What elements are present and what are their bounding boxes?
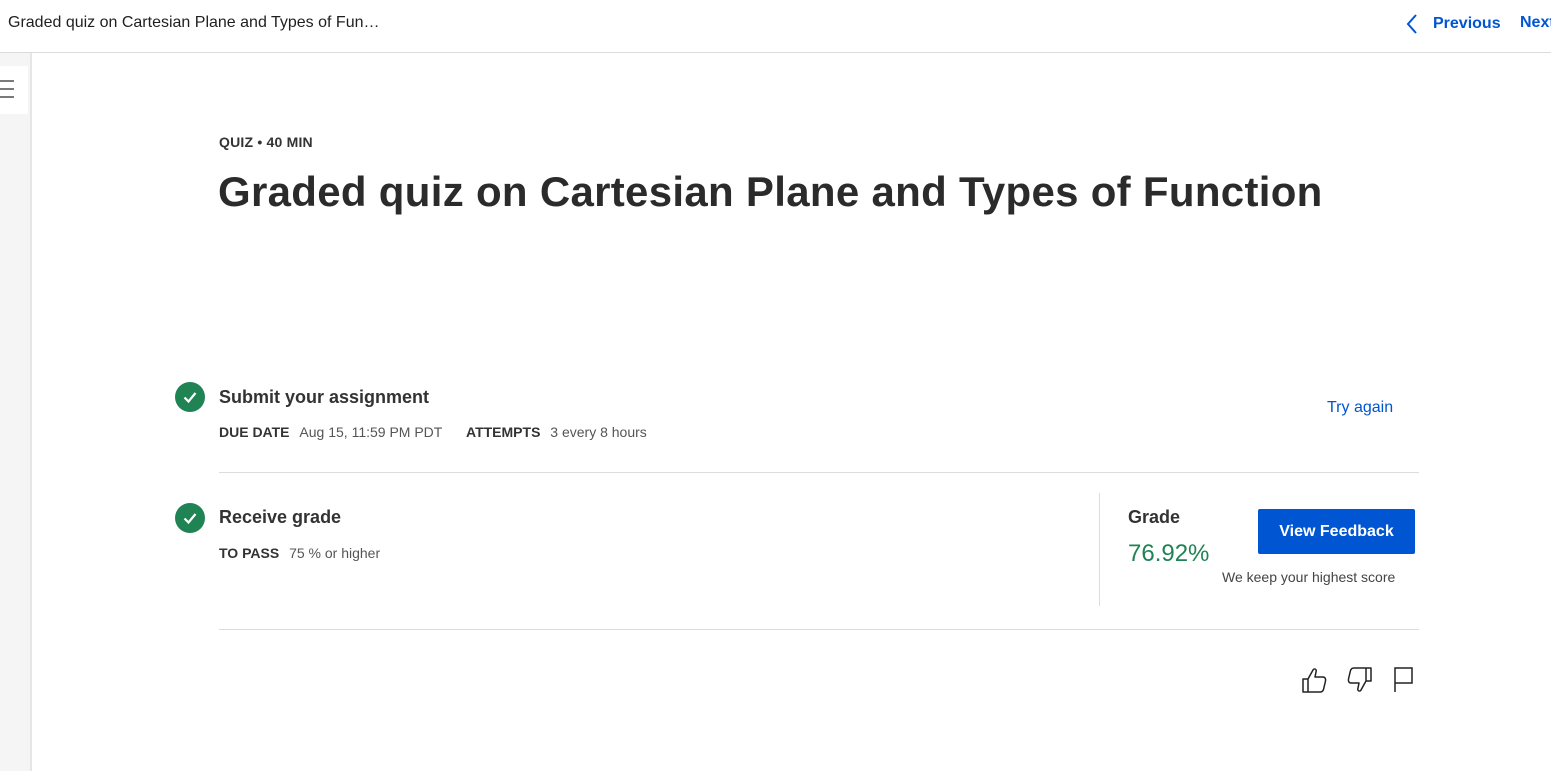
highest-score-note: We keep your highest score (1222, 569, 1396, 585)
grade-label: Grade (1128, 507, 1181, 527)
due-date-value: Aug 15, 11:59 PM PDT (299, 424, 443, 440)
grade-divider (1099, 493, 1100, 606)
check-icon (183, 513, 197, 525)
page-title: Graded quiz on Cartesian Plane and Types… (218, 168, 1323, 215)
to-pass-row: TO PASS 75 % or higher (219, 545, 380, 561)
to-pass-label: TO PASS (219, 545, 280, 561)
quiz-eyebrow: QUIZ • 40 MIN (219, 134, 313, 150)
grade-value: 76.92% (1128, 540, 1210, 567)
hamburger-icon (0, 80, 14, 98)
view-feedback-button[interactable]: View Feedback (1258, 509, 1415, 554)
check-icon (183, 392, 197, 404)
dislike-button[interactable] (1346, 665, 1374, 695)
try-again-link[interactable]: Try again (1327, 399, 1393, 417)
divider (219, 629, 1419, 630)
due-date-label: DUE DATE (219, 424, 290, 440)
grade-step-title: Receive grade (219, 507, 342, 527)
due-date-row: DUE DATE Aug 15, 11:59 PM PDT ATTEMPTS 3… (219, 424, 647, 440)
divider (219, 472, 1419, 473)
next-button[interactable]: Next (1520, 14, 1551, 32)
previous-button[interactable]: Previous (1404, 12, 1501, 36)
top-bar: Graded quiz on Cartesian Plane and Types… (0, 0, 1551, 53)
submit-complete-check (175, 382, 205, 412)
flag-icon (1394, 667, 1413, 692)
attempts-label: ATTEMPTS (466, 424, 541, 440)
report-button[interactable] (1391, 665, 1419, 695)
to-pass-value: 75 % or higher (289, 545, 381, 561)
thumbs-down-icon (1347, 667, 1372, 692)
previous-label: Previous (1433, 15, 1501, 32)
like-button[interactable] (1300, 665, 1328, 695)
submit-step-title: Submit your assignment (219, 387, 430, 407)
chevron-left-icon (1406, 14, 1417, 34)
left-rail (0, 53, 32, 771)
thumbs-up-icon (1302, 668, 1327, 693)
attempts-value: 3 every 8 hours (550, 424, 647, 440)
item-title: Graded quiz on Cartesian Plane and Types… (8, 14, 380, 31)
grade-complete-check (175, 503, 205, 533)
menu-toggle-button[interactable] (0, 66, 28, 114)
